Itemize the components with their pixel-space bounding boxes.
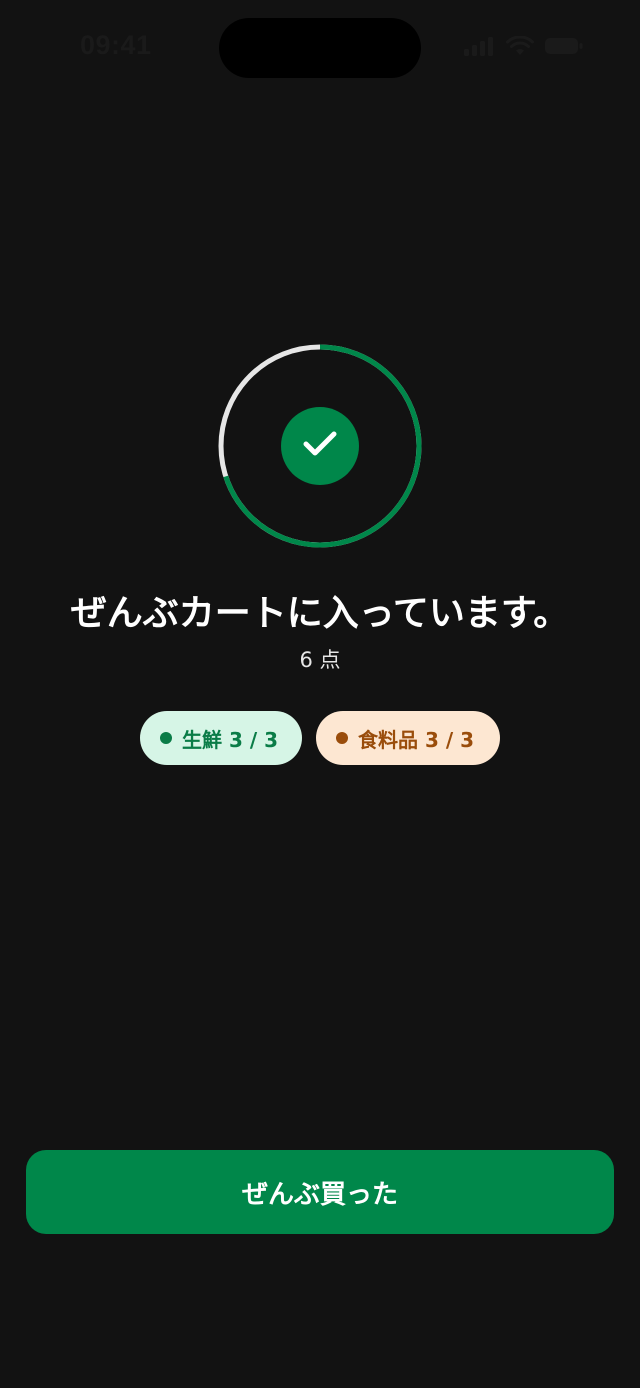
chip-label: 生鮮 3 / 3 bbox=[182, 727, 279, 752]
chip-label: 食料品 3 / 3 bbox=[358, 727, 475, 752]
battery-icon bbox=[544, 36, 584, 56]
check-icon bbox=[302, 430, 338, 462]
status-bar: 09:41 bbox=[0, 0, 640, 96]
chip-grocery: 食料品 3 / 3 bbox=[316, 711, 500, 765]
dynamic-island bbox=[219, 18, 421, 78]
item-count: 6 点 bbox=[299, 648, 341, 672]
chip-fresh: 生鮮 3 / 3 bbox=[140, 711, 302, 765]
status-dot-icon bbox=[336, 732, 348, 744]
status-dot-icon bbox=[160, 732, 172, 744]
bought-all-button[interactable]: ぜんぶ買った bbox=[26, 1150, 614, 1234]
status-time: 09:41 bbox=[80, 30, 152, 60]
complete-badge bbox=[281, 407, 359, 485]
wifi-icon bbox=[506, 36, 534, 56]
cellular-signal-icon bbox=[464, 36, 496, 56]
headline: ぜんぶカートに入っています。 bbox=[70, 593, 570, 634]
status-icons bbox=[464, 36, 584, 56]
category-chips: 生鮮 3 / 3 食料品 3 / 3 bbox=[0, 711, 640, 765]
